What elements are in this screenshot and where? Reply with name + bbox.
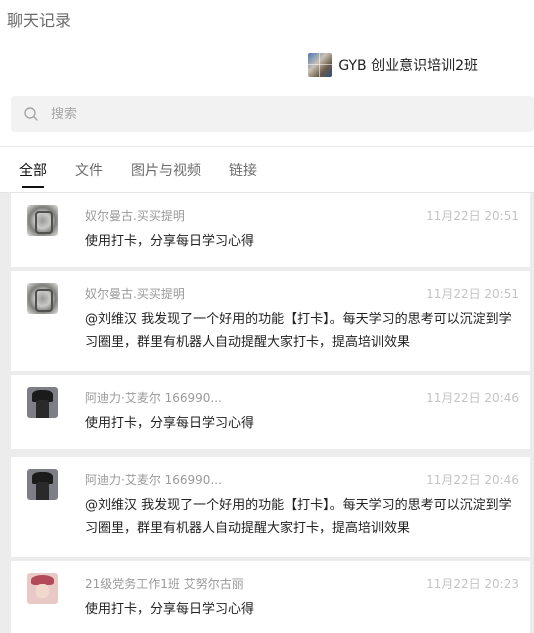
message-text: @刘维汉 我发现了一个好用的功能【打卡】。每天学习的思考可以沉淀到学习圈里，群里…	[85, 312, 512, 350]
message-time: 11月22日 20:23	[426, 577, 519, 591]
avatar[interactable]	[27, 469, 58, 500]
sender-name: 阿迪力·艾麦尔 166990...	[85, 391, 222, 405]
list-item[interactable]: 奴尔曼古.买买提明 11月22日 20:51 使用打卡，分享每日学习心得	[11, 193, 530, 267]
divider	[0, 146, 534, 147]
filter-tabs: 全部 文件 图片与视频 链接	[19, 160, 285, 188]
sender-name: 21级党务工作1班 艾努尔古丽	[85, 577, 244, 591]
chat-name: GYB 创业意识培训2班	[338, 58, 478, 74]
tab-all[interactable]: 全部	[19, 160, 47, 188]
tab-files[interactable]: 文件	[75, 160, 103, 188]
avatar[interactable]	[27, 387, 58, 418]
list-item[interactable]: 奴尔曼古.买买提明 11月22日 20:51 @刘维汉 我发现了一个好用的功能【…	[11, 271, 530, 371]
tab-links[interactable]: 链接	[229, 160, 257, 188]
group-avatar	[308, 53, 333, 77]
message-text: 使用打卡，分享每日学习心得	[85, 416, 255, 431]
avatar[interactable]	[27, 205, 58, 236]
message-text: 使用打卡，分享每日学习心得	[85, 602, 255, 617]
search-input[interactable]	[51, 106, 491, 122]
list-item[interactable]: 21级党务工作1班 艾努尔古丽 11月22日 20:23 使用打卡，分享每日学习…	[11, 561, 530, 633]
sender-name: 阿迪力·艾麦尔 166990...	[85, 473, 222, 487]
search-box[interactable]	[11, 96, 534, 132]
message-list[interactable]: 奴尔曼古.买买提明 11月22日 20:51 使用打卡，分享每日学习心得 奴尔曼…	[0, 192, 534, 633]
message-time: 11月22日 20:51	[426, 287, 519, 301]
message-time: 11月22日 20:46	[426, 473, 519, 487]
chat-header: GYB 创业意识培训2班	[0, 53, 534, 77]
sender-name: 奴尔曼古.买买提明	[85, 209, 185, 223]
message-time: 11月22日 20:51	[426, 209, 519, 223]
tab-media[interactable]: 图片与视频	[131, 160, 201, 188]
message-text: @刘维汉 我发现了一个好用的功能【打卡】。每天学习的思考可以沉淀到学习圈里，群里…	[85, 498, 512, 536]
message-time: 11月22日 20:46	[426, 391, 519, 405]
sender-name: 奴尔曼古.买买提明	[85, 287, 185, 301]
search-icon	[24, 107, 38, 121]
list-item[interactable]: 阿迪力·艾麦尔 166990... 11月22日 20:46 使用打卡，分享每日…	[11, 375, 530, 449]
message-text: 使用打卡，分享每日学习心得	[85, 234, 255, 249]
avatar[interactable]	[27, 573, 58, 604]
avatar[interactable]	[27, 283, 58, 314]
list-item[interactable]: 阿迪力·艾麦尔 166990... 11月22日 20:46 @刘维汉 我发现了…	[11, 457, 530, 557]
window-title: 聊天记录	[7, 11, 72, 30]
